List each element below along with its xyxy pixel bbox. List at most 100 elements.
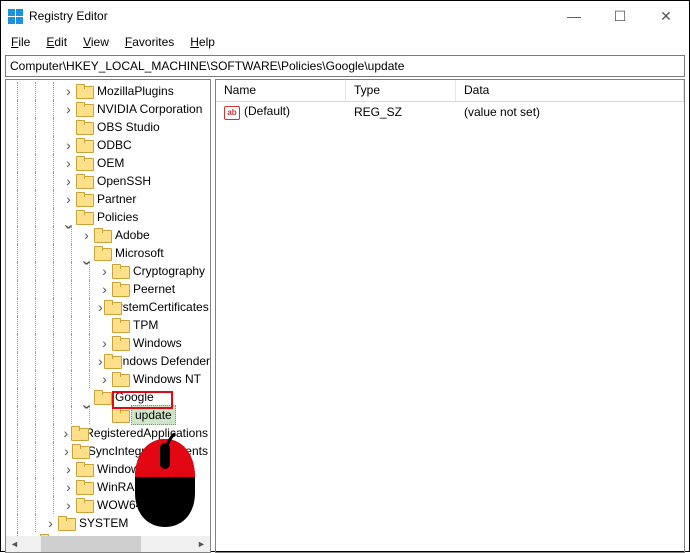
tree-item-label: Cryptography bbox=[131, 262, 207, 280]
menu-view[interactable]: View bbox=[77, 33, 115, 51]
tree-item[interactable]: › Cryptography bbox=[6, 262, 210, 280]
tree-item[interactable]: TPM bbox=[6, 316, 210, 334]
tree-item[interactable]: ›Partner bbox=[6, 190, 210, 208]
value-type: REG_SZ bbox=[346, 104, 456, 120]
tree-item-label: SYSTEM bbox=[77, 514, 130, 532]
scroll-thumb[interactable] bbox=[41, 536, 141, 552]
tree-hscrollbar[interactable]: ◄ ► bbox=[6, 536, 210, 552]
folder-icon bbox=[112, 318, 128, 332]
chevron-right-icon[interactable]: › bbox=[62, 498, 75, 512]
tree-item[interactable]: ˬGoogle bbox=[6, 388, 210, 406]
menu-file[interactable]: File bbox=[5, 33, 36, 51]
chevron-right-icon[interactable]: › bbox=[62, 138, 75, 152]
scroll-right-icon[interactable]: ► bbox=[193, 536, 210, 552]
tree-item-label: Peernet bbox=[131, 280, 177, 298]
folder-icon bbox=[76, 462, 92, 476]
folder-icon bbox=[72, 444, 83, 458]
folder-icon bbox=[94, 246, 110, 260]
folder-icon bbox=[94, 228, 110, 242]
tree-item[interactable]: ›NVIDIA Corporation bbox=[6, 100, 210, 118]
folder-icon bbox=[76, 192, 92, 206]
col-name[interactable]: Name bbox=[216, 80, 346, 101]
chevron-down-icon[interactable]: ˬ bbox=[62, 210, 75, 224]
folder-icon bbox=[112, 336, 128, 350]
tree-item[interactable]: › Windows Defender bbox=[6, 352, 210, 370]
chevron-right-icon[interactable]: › bbox=[98, 300, 103, 314]
close-button[interactable]: ✕ bbox=[643, 1, 689, 31]
tree-item-label: TPM bbox=[131, 316, 160, 334]
tree-item-label: Policies bbox=[95, 208, 140, 226]
value-name: (Default) bbox=[244, 104, 290, 118]
folder-icon bbox=[76, 480, 92, 494]
scroll-left-icon[interactable]: ◄ bbox=[6, 536, 23, 552]
chevron-right-icon[interactable]: › bbox=[98, 336, 111, 350]
tree-item[interactable]: ˬ Policies bbox=[6, 208, 210, 226]
menu-bar: File Edit View Favorites Help bbox=[1, 31, 689, 53]
tree-item[interactable]: › ODBC bbox=[6, 136, 210, 154]
tree-item-label: OBS Studio bbox=[95, 118, 162, 136]
col-type[interactable]: Type bbox=[346, 80, 456, 101]
folder-icon bbox=[112, 408, 128, 422]
chevron-right-icon[interactable]: › bbox=[62, 102, 75, 116]
folder-icon bbox=[76, 156, 92, 170]
chevron-down-icon[interactable]: ˬ bbox=[80, 390, 93, 404]
tree-item[interactable]: › OEM bbox=[6, 154, 210, 172]
chevron-right-icon[interactable]: › bbox=[44, 516, 57, 530]
folder-icon bbox=[112, 372, 128, 386]
menu-favorites[interactable]: Favorites bbox=[119, 33, 180, 51]
tree-item[interactable]: ›OpenSSH bbox=[6, 172, 210, 190]
chevron-right-icon[interactable]: › bbox=[62, 174, 75, 188]
tree-item-label: Partner bbox=[95, 190, 138, 208]
chevron-right-icon[interactable]: › bbox=[98, 282, 111, 296]
tree-item-label: ODBC bbox=[95, 136, 134, 154]
tree-item[interactable]: › Windows NT bbox=[6, 370, 210, 388]
folder-icon bbox=[76, 138, 92, 152]
tree-item[interactable]: ˬ Microsoft bbox=[6, 244, 210, 262]
tree-item[interactable]: › MozillaPlugins bbox=[6, 82, 210, 100]
tree-item-label: Windows bbox=[131, 334, 184, 352]
folder-icon bbox=[76, 210, 92, 224]
menu-edit[interactable]: Edit bbox=[40, 33, 73, 51]
title-bar: Registry Editor — ☐ ✕ bbox=[1, 1, 689, 31]
list-header: Name Type Data bbox=[216, 80, 684, 102]
folder-icon bbox=[71, 426, 81, 440]
chevron-right-icon[interactable]: › bbox=[98, 354, 103, 368]
chevron-down-icon[interactable]: ˬ bbox=[80, 246, 93, 260]
tree-item-label: SystemCertificates bbox=[107, 298, 210, 316]
folder-icon bbox=[58, 516, 74, 530]
chevron-right-icon[interactable]: › bbox=[98, 264, 111, 278]
string-value-icon: ab bbox=[224, 106, 240, 120]
chevron-right-icon[interactable]: › bbox=[62, 480, 75, 494]
chevron-right-icon[interactable]: › bbox=[62, 156, 75, 170]
chevron-right-icon[interactable]: › bbox=[62, 84, 75, 98]
highlight-box bbox=[112, 391, 173, 409]
menu-help[interactable]: Help bbox=[184, 33, 221, 51]
tree-item-label: Windows Defender bbox=[107, 352, 210, 370]
value-row[interactable]: ab(Default)REG_SZ(value not set) bbox=[216, 102, 684, 122]
chevron-right-icon[interactable]: › bbox=[62, 426, 70, 440]
tree-item-label: Microsoft bbox=[113, 244, 166, 262]
folder-icon bbox=[76, 498, 92, 512]
folder-icon bbox=[112, 264, 128, 278]
minimize-button[interactable]: — bbox=[551, 1, 597, 31]
tree-item-label: Adobe bbox=[113, 226, 152, 244]
folder-icon bbox=[76, 84, 92, 98]
tree-item-label: MozillaPlugins bbox=[95, 82, 176, 100]
address-bar[interactable]: Computer\HKEY_LOCAL_MACHINE\SOFTWARE\Pol… bbox=[5, 55, 685, 77]
chevron-right-icon[interactable]: › bbox=[62, 462, 75, 476]
app-icon bbox=[7, 8, 23, 24]
tree-item[interactable]: OBS Studio bbox=[6, 118, 210, 136]
folder-icon bbox=[94, 390, 110, 404]
tree-item[interactable]: › SystemCertificates bbox=[6, 298, 210, 316]
tree-item[interactable]: › Peernet bbox=[6, 280, 210, 298]
chevron-right-icon[interactable]: › bbox=[62, 444, 71, 458]
tree-item-label: Windows NT bbox=[131, 370, 203, 388]
tree-item[interactable]: › Windows bbox=[6, 334, 210, 352]
tree-item[interactable]: update bbox=[6, 406, 210, 424]
maximize-button[interactable]: ☐ bbox=[597, 1, 643, 31]
tree-item-label: OEM bbox=[95, 154, 126, 172]
list-pane[interactable]: Name Type Data ab(Default)REG_SZ(value n… bbox=[215, 79, 685, 553]
chevron-right-icon[interactable]: › bbox=[98, 372, 111, 386]
col-data[interactable]: Data bbox=[456, 80, 684, 101]
tree-item[interactable]: ›Adobe bbox=[6, 226, 210, 244]
